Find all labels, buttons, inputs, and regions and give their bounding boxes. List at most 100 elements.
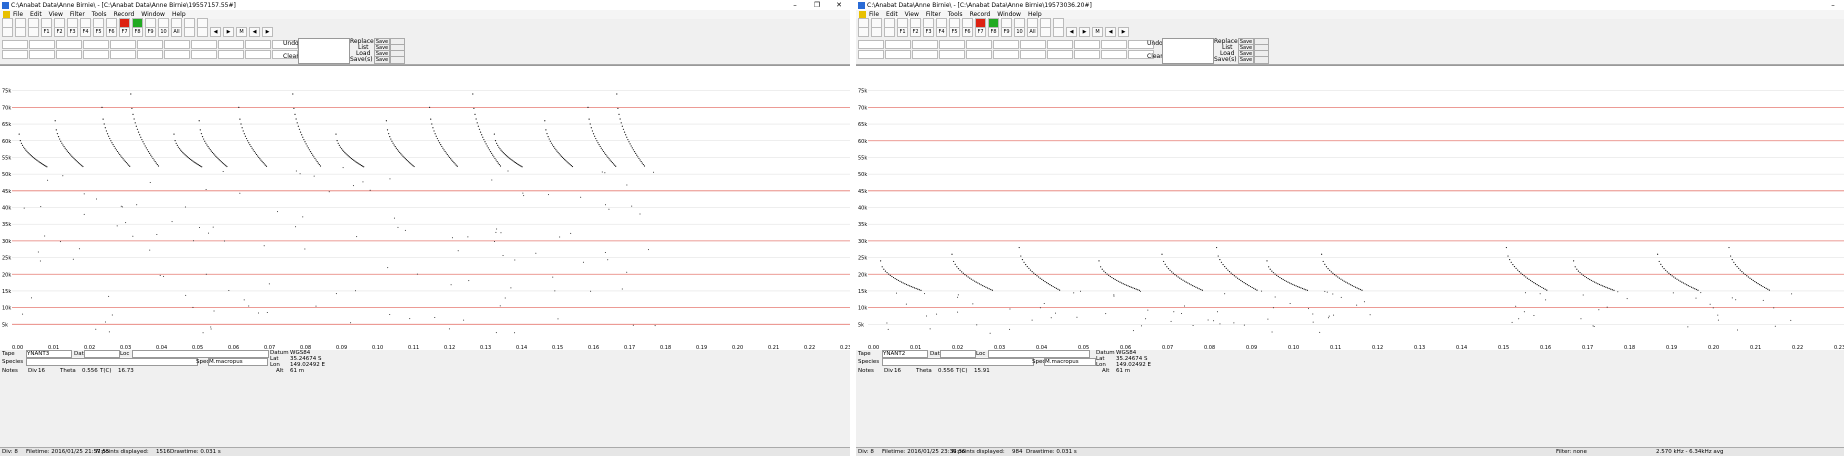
clear-button[interactable]: Clear bbox=[283, 53, 299, 60]
view-icon[interactable] bbox=[858, 26, 869, 37]
call-dot bbox=[293, 107, 295, 110]
mark-icon[interactable]: M bbox=[1092, 26, 1103, 37]
compress-icon[interactable] bbox=[15, 26, 26, 37]
zoom-out-icon[interactable] bbox=[197, 26, 208, 37]
save-button-4[interactable]: Save bbox=[374, 56, 390, 64]
key-10[interactable]: 10 bbox=[158, 26, 169, 37]
key-all[interactable]: All bbox=[171, 26, 182, 37]
key-f8[interactable]: F8 bbox=[132, 26, 143, 37]
call-dot bbox=[400, 153, 402, 155]
call-dot bbox=[1216, 246, 1218, 249]
key-f9[interactable]: F9 bbox=[1001, 26, 1012, 37]
noise-dot bbox=[350, 322, 352, 324]
species-text-box[interactable] bbox=[1162, 38, 1214, 64]
call-dot bbox=[1356, 287, 1358, 289]
species-label: Species bbox=[2, 359, 24, 365]
key-f1[interactable]: F1 bbox=[897, 26, 908, 37]
last-icon[interactable]: ▶ bbox=[1118, 26, 1129, 37]
key-10[interactable]: 10 bbox=[1014, 26, 1025, 37]
next-icon[interactable]: ▶ bbox=[1079, 26, 1090, 37]
left-sonogram-plot[interactable]: 5k 10k 15k 20k 25k 30k 35k 40k 45k 50k 55k 60k 65k 70… bbox=[0, 65, 850, 352]
species-field[interactable] bbox=[26, 358, 198, 366]
minimize-icon[interactable]: – bbox=[1822, 1, 1844, 9]
date-field[interactable] bbox=[940, 350, 976, 358]
call-dot bbox=[298, 128, 301, 130]
restore-icon[interactable]: ❐ bbox=[806, 1, 828, 9]
call-dot bbox=[920, 289, 922, 291]
key-f7[interactable]: F7 bbox=[975, 26, 986, 37]
prev-icon[interactable]: ◀ bbox=[210, 26, 221, 37]
species-text-box[interactable] bbox=[298, 38, 350, 64]
last-icon[interactable]: ▶ bbox=[262, 26, 273, 37]
call-dot bbox=[598, 144, 600, 146]
right-sonogram-plot[interactable]: 5k 10k 15k 20k 25k 30k 35k 40k 45k 50k 55k 60k 65k 70… bbox=[856, 65, 1844, 352]
mark-icon[interactable]: M bbox=[236, 26, 247, 37]
load-button-4[interactable] bbox=[390, 56, 405, 64]
call-dot bbox=[626, 136, 628, 138]
call-dot bbox=[481, 134, 483, 136]
zoom-out-icon[interactable] bbox=[1053, 26, 1064, 37]
zoom-in-icon[interactable] bbox=[184, 26, 195, 37]
call-dot bbox=[1292, 283, 1294, 286]
view-icon[interactable] bbox=[2, 26, 13, 37]
first-icon[interactable]: ◀ bbox=[1105, 26, 1116, 37]
key-f8[interactable]: F8 bbox=[988, 26, 999, 37]
call-dot bbox=[1169, 269, 1171, 271]
call-dot bbox=[77, 162, 80, 164]
key-f3[interactable]: F3 bbox=[923, 26, 934, 37]
expand-icon[interactable] bbox=[884, 26, 895, 37]
call-dot bbox=[619, 118, 621, 120]
zoom-in-icon[interactable] bbox=[1040, 26, 1051, 37]
key-f7[interactable]: F7 bbox=[119, 26, 130, 37]
key-f6[interactable]: F6 bbox=[106, 26, 117, 37]
first-icon[interactable]: ◀ bbox=[249, 26, 260, 37]
noise-dot bbox=[299, 173, 301, 175]
loc-field[interactable] bbox=[988, 350, 1090, 358]
call-dot bbox=[131, 107, 133, 110]
call-dot bbox=[482, 136, 484, 138]
species-grid[interactable] bbox=[858, 40, 1154, 59]
key-f3[interactable]: F3 bbox=[67, 26, 78, 37]
tape-field[interactable]: YNANT3 bbox=[26, 350, 72, 358]
spec-field[interactable]: M.macropus bbox=[208, 358, 268, 366]
next-icon[interactable]: ▶ bbox=[223, 26, 234, 37]
call-dot bbox=[601, 149, 604, 151]
date-field[interactable] bbox=[84, 350, 120, 358]
spec-field[interactable]: M.macropus bbox=[1044, 358, 1096, 366]
expand-icon[interactable] bbox=[28, 26, 39, 37]
key-f4[interactable]: F4 bbox=[936, 26, 947, 37]
noise-dot bbox=[554, 290, 556, 292]
undo-button[interactable]: Undo bbox=[283, 40, 299, 47]
key-f6[interactable]: F6 bbox=[962, 26, 973, 37]
tape-field[interactable]: YNANT2 bbox=[882, 350, 928, 358]
key-f1[interactable]: F1 bbox=[41, 26, 52, 37]
key-all[interactable]: All bbox=[1027, 26, 1038, 37]
key-f5[interactable]: F5 bbox=[93, 26, 104, 37]
close-icon[interactable]: ✕ bbox=[828, 1, 850, 9]
loc-field[interactable] bbox=[132, 350, 269, 358]
species-grid[interactable] bbox=[2, 40, 298, 59]
prev-icon[interactable]: ◀ bbox=[1066, 26, 1077, 37]
key-f9[interactable]: F9 bbox=[145, 26, 156, 37]
call-dot bbox=[211, 151, 214, 154]
y-tick-label: 15k bbox=[858, 289, 867, 295]
noise-dot bbox=[210, 326, 212, 328]
call-dot bbox=[448, 156, 451, 158]
call-dot bbox=[444, 150, 446, 153]
species-field[interactable] bbox=[882, 358, 1034, 366]
call-dot bbox=[640, 160, 642, 163]
key-f4[interactable]: F4 bbox=[80, 26, 91, 37]
key-f2[interactable]: F2 bbox=[910, 26, 921, 37]
compress-icon[interactable] bbox=[871, 26, 882, 37]
load-button-4[interactable] bbox=[1254, 56, 1269, 64]
call-dot bbox=[261, 160, 263, 162]
save-button-4[interactable]: Save bbox=[1238, 56, 1254, 64]
undo-button[interactable]: Undo bbox=[1147, 40, 1163, 47]
call-dot bbox=[623, 131, 626, 133]
call-dot bbox=[82, 165, 84, 168]
call-dot bbox=[1600, 284, 1602, 286]
key-f5[interactable]: F5 bbox=[949, 26, 960, 37]
minimize-icon[interactable]: – bbox=[784, 1, 806, 9]
clear-button[interactable]: Clear bbox=[1147, 53, 1163, 60]
key-f2[interactable]: F2 bbox=[54, 26, 65, 37]
